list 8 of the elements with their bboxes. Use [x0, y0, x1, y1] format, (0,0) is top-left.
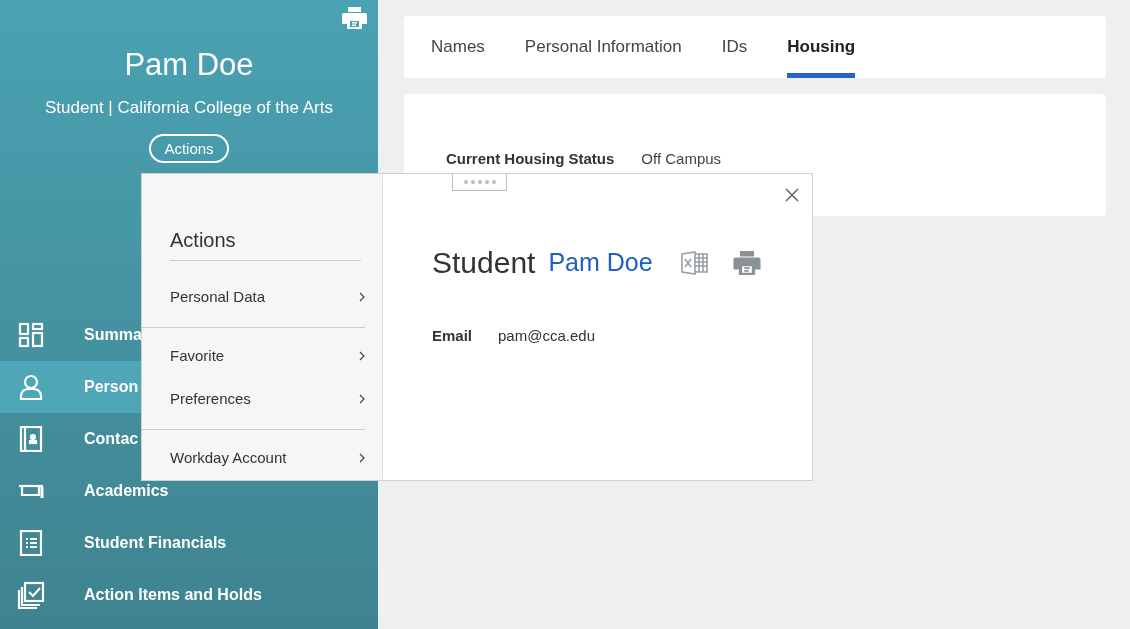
field-label: Current Housing Status [446, 149, 615, 169]
field-label: Email [432, 326, 473, 346]
menu-title: Actions [170, 226, 361, 261]
field-value: Off Campus [641, 149, 722, 169]
profile-subtitle: Student | California College of the Arts [45, 96, 333, 119]
popup-kind-label: Student [432, 245, 536, 281]
field-value: pam@cca.edu [498, 326, 595, 346]
profile-name: Pam Doe [124, 46, 254, 84]
